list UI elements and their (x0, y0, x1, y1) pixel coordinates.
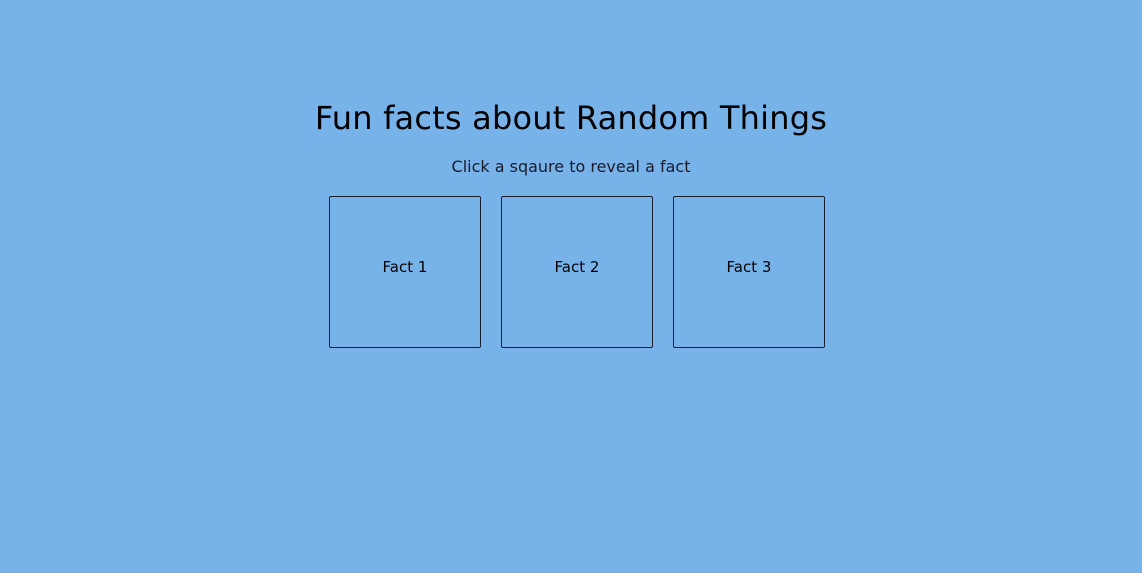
fact-squares-container: Fact 1 Fact 2 Fact 3 (329, 196, 825, 348)
fact-square-1[interactable]: Fact 1 (329, 196, 481, 348)
page-title: Fun facts about Random Things (314, 99, 828, 137)
fact-square-3[interactable]: Fact 3 (673, 196, 825, 348)
fact-label-2: Fact 2 (554, 258, 600, 276)
fact-label-1: Fact 1 (382, 258, 428, 276)
fact-square-2[interactable]: Fact 2 (501, 196, 653, 348)
page-subtitle: Click a sqaure to reveal a fact (451, 157, 691, 176)
fact-label-3: Fact 3 (726, 258, 772, 276)
